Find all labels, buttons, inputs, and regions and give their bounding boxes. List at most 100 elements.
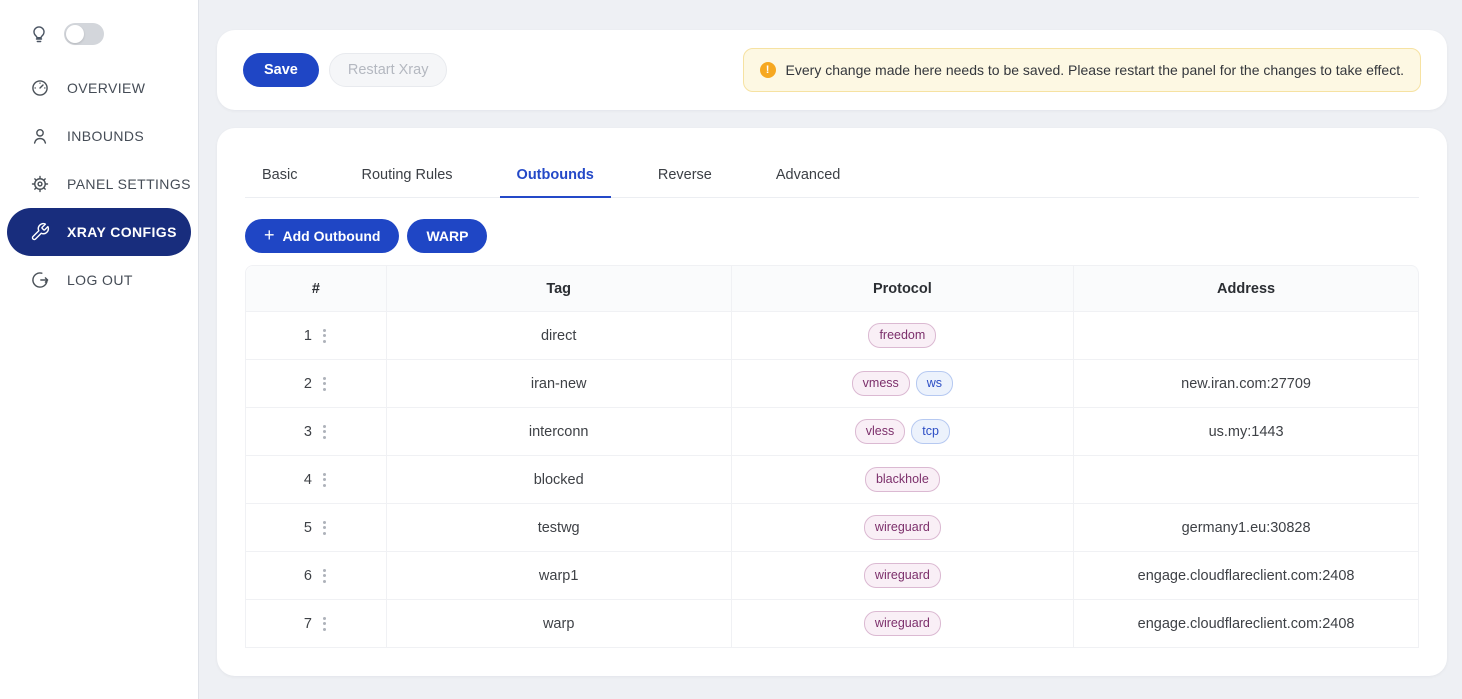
row-tag: interconn (387, 408, 732, 456)
table-header-row: # Tag Protocol Address (246, 266, 1419, 312)
table-row: 2 iran-new vmessws new.iran.com:27709 (246, 360, 1419, 408)
row-protocols: wireguard (732, 552, 1075, 600)
restart-xray-button[interactable]: Restart Xray (329, 53, 448, 87)
row-number-cell: 3 (246, 408, 387, 456)
dashboard-icon (30, 78, 50, 98)
sidebar-item-label: INBOUNDS (67, 128, 144, 144)
sidebar-item-label: XRAY CONFIGS (67, 224, 177, 240)
protocol-badge: wireguard (864, 563, 941, 587)
row-number: 3 (304, 423, 312, 439)
row-number: 1 (304, 327, 312, 343)
warp-label: WARP (426, 228, 468, 244)
row-tag: direct (387, 312, 732, 360)
protocol-badge: blackhole (865, 467, 940, 491)
config-tabs: Basic Routing Rules Outbounds Reverse Ad… (245, 154, 1419, 198)
row-tag: iran-new (387, 360, 732, 408)
save-warning-alert: ! Every change made here needs to be sav… (743, 48, 1421, 92)
user-icon (30, 126, 50, 146)
row-number-cell: 7 (246, 600, 387, 648)
row-address (1074, 312, 1419, 360)
add-outbound-button[interactable]: + Add Outbound (245, 219, 399, 253)
row-protocols: freedom (732, 312, 1075, 360)
row-number: 7 (304, 615, 312, 631)
row-number-cell: 2 (246, 360, 387, 408)
sidebar-item-label: LOG OUT (67, 272, 133, 288)
tab-routing-rules[interactable]: Routing Rules (344, 154, 469, 197)
table-row: 6 warp1 wireguard engage.cloudflareclien… (246, 552, 1419, 600)
wrench-icon (30, 222, 50, 242)
row-actions-menu-icon[interactable] (321, 519, 328, 537)
row-actions-menu-icon[interactable] (321, 327, 328, 345)
protocol-badge: tcp (911, 419, 950, 443)
row-actions-menu-icon[interactable] (321, 471, 328, 489)
row-address: engage.cloudflareclient.com:2408 (1074, 600, 1419, 648)
warning-icon: ! (760, 62, 776, 78)
tab-reverse[interactable]: Reverse (641, 154, 729, 197)
sidebar-item-log-out[interactable]: LOG OUT (0, 256, 198, 304)
row-address: new.iran.com:27709 (1074, 360, 1419, 408)
tab-basic[interactable]: Basic (245, 154, 314, 197)
column-header-tag: Tag (387, 266, 732, 312)
protocol-badge: wireguard (864, 611, 941, 635)
column-header-protocol: Protocol (732, 266, 1075, 312)
row-address: engage.cloudflareclient.com:2408 (1074, 552, 1419, 600)
sidebar-item-overview[interactable]: OVERVIEW (0, 64, 198, 112)
sidebar-item-label: PANEL SETTINGS (67, 176, 191, 192)
row-tag: testwg (387, 504, 732, 552)
column-header-number: # (246, 266, 387, 312)
column-header-address: Address (1074, 266, 1419, 312)
sidebar-item-inbounds[interactable]: INBOUNDS (0, 112, 198, 160)
row-address: us.my:1443 (1074, 408, 1419, 456)
row-actions-menu-icon[interactable] (321, 615, 328, 633)
row-tag: warp (387, 600, 732, 648)
table-body: 1 direct freedom 2 iran-new vmessws new.… (246, 312, 1419, 648)
row-number-cell: 5 (246, 504, 387, 552)
plus-icon: + (264, 226, 275, 244)
row-protocols: vlesstcp (732, 408, 1075, 456)
outbound-actions: + Add Outbound WARP (245, 219, 1419, 253)
row-tag: warp1 (387, 552, 732, 600)
tab-outbounds[interactable]: Outbounds (500, 154, 611, 198)
table-row: 5 testwg wireguard germany1.eu:30828 (246, 504, 1419, 552)
xray-configs-card: Basic Routing Rules Outbounds Reverse Ad… (217, 128, 1447, 676)
row-protocols: vmessws (732, 360, 1075, 408)
row-number-cell: 4 (246, 456, 387, 504)
theme-toggle-row (0, 0, 198, 49)
table-row: 1 direct freedom (246, 312, 1419, 360)
row-number: 2 (304, 375, 312, 391)
toggle-knob (66, 25, 84, 43)
row-actions-menu-icon[interactable] (321, 423, 328, 441)
outbounds-table: # Tag Protocol Address 1 direct freedom … (245, 265, 1419, 648)
lightbulb-icon (29, 24, 49, 44)
add-outbound-label: Add Outbound (283, 228, 381, 244)
sidebar-item-xray-configs[interactable]: XRAY CONFIGS (7, 208, 191, 256)
table-row: 7 warp wireguard engage.cloudflareclient… (246, 600, 1419, 648)
row-actions-menu-icon[interactable] (321, 567, 328, 585)
row-number: 6 (304, 567, 312, 583)
gear-icon (30, 174, 50, 194)
row-number: 4 (304, 471, 312, 487)
save-button[interactable]: Save (243, 53, 319, 87)
protocol-badge: vmess (852, 371, 910, 395)
tab-advanced[interactable]: Advanced (759, 154, 858, 197)
protocol-badge: vless (855, 419, 905, 443)
row-address: germany1.eu:30828 (1074, 504, 1419, 552)
dark-mode-toggle[interactable] (64, 23, 104, 45)
sidebar-nav: OVERVIEW INBOUNDS PANEL SETTINGS (0, 64, 198, 304)
table-row: 4 blocked blackhole (246, 456, 1419, 504)
sidebar-item-panel-settings[interactable]: PANEL SETTINGS (0, 160, 198, 208)
table-row: 3 interconn vlesstcp us.my:1443 (246, 408, 1419, 456)
row-protocols: wireguard (732, 600, 1075, 648)
warp-button[interactable]: WARP (407, 219, 487, 253)
row-protocols: wireguard (732, 504, 1075, 552)
sidebar: OVERVIEW INBOUNDS PANEL SETTINGS (0, 0, 199, 699)
logout-icon (30, 270, 50, 290)
outbounds-table-wrap: # Tag Protocol Address 1 direct freedom … (245, 265, 1419, 648)
row-tag: blocked (387, 456, 732, 504)
protocol-badge: freedom (868, 323, 936, 347)
toolbar-card: Save Restart Xray ! Every change made he… (217, 30, 1447, 110)
row-actions-menu-icon[interactable] (321, 375, 328, 393)
row-address (1074, 456, 1419, 504)
alert-text: Every change made here needs to be saved… (786, 62, 1404, 78)
protocol-badge: wireguard (864, 515, 941, 539)
